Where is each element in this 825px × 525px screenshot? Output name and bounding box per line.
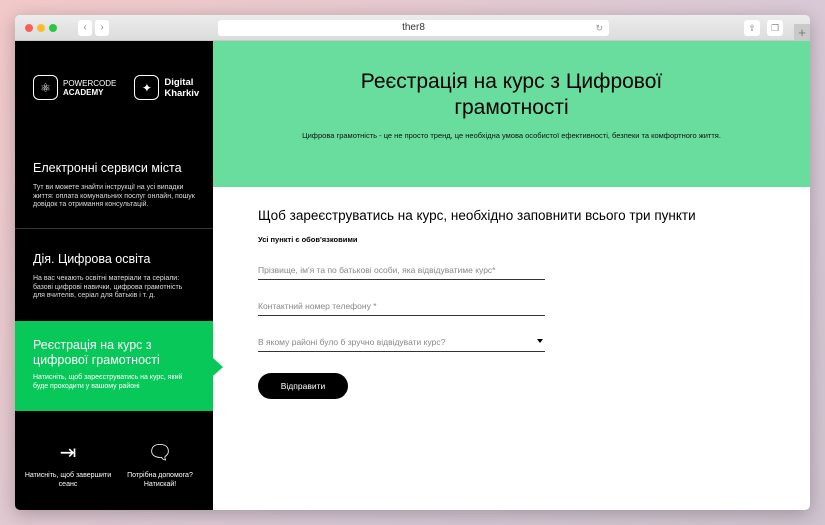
- phone-input[interactable]: Контактний номер телефону *: [258, 301, 545, 316]
- sidebar-item-title: Електронні сервиси міста: [33, 161, 182, 175]
- address-bar[interactable]: ther8 ↻: [218, 20, 609, 36]
- sidebar: ⚛ POWERCODE ACADEMY ✦ Digital Kharkiv Електр…: [15, 41, 223, 510]
- district-select[interactable]: В якому районі було б зручно відвідувати…: [258, 337, 545, 352]
- back-button[interactable]: ‹: [78, 20, 92, 36]
- close-window-button[interactable]: [25, 24, 33, 32]
- reload-icon[interactable]: ↻: [595, 20, 603, 36]
- logout-icon: ⇥: [59, 442, 77, 464]
- url-text: ther8: [402, 22, 425, 33]
- help-label: Потрібна допомога? Натискай!: [127, 472, 193, 488]
- sidebar-item-registration[interactable]: Реєстрація на курс з цифрової грамотност…: [15, 321, 223, 411]
- active-indicator: [213, 358, 223, 376]
- help-button[interactable]: 🗨 Потрібна допомога? Натискай!: [115, 441, 205, 489]
- tabs-icon[interactable]: ❐: [767, 20, 783, 36]
- divider: [15, 228, 213, 229]
- sidebar-item-diia[interactable]: Дія. Цифрова освіта На вас чекають освіт…: [15, 252, 213, 301]
- form-heading: Щоб зареєструватись на курс, необхідно з…: [258, 208, 696, 223]
- page-title: Реєстрація на курс з Цифрової грамотност…: [360, 70, 663, 119]
- name-placeholder: Прізвище, ім'я та по батькові особи, яка…: [258, 265, 496, 275]
- sidebar-item-desc: Тут ви можете знайти інструкції на усі в…: [33, 184, 195, 208]
- forward-button[interactable]: ›: [95, 20, 109, 36]
- district-placeholder: В якому районі було б зручно відвідувати…: [258, 337, 446, 347]
- digital-kharkiv-logo: ✦ Digital Kharkiv: [134, 75, 199, 100]
- sidebar-item-desc: Натисніть, щоб зареєструватись на курс, …: [33, 374, 183, 390]
- name-input[interactable]: Прізвище, ім'я та по батькові особи, яка…: [258, 265, 545, 280]
- astronaut-icon: ✦: [134, 75, 160, 100]
- share-icon[interactable]: ⇧: [744, 20, 760, 36]
- phone-placeholder: Контактний номер телефону *: [258, 301, 377, 311]
- caret-down-icon: [537, 339, 543, 343]
- atom-icon: ⚛: [33, 75, 58, 100]
- sidebar-item-title: Реєстрація на курс з цифрової грамотност…: [33, 338, 160, 367]
- digital-kharkiv-logo-text: Digital Kharkiv: [164, 76, 200, 99]
- page-subtitle: Цифрова грамотність - це не просто тренд…: [302, 131, 721, 140]
- logout-button[interactable]: ⇥ Натисніть, щоб завершити сеанс: [23, 441, 113, 489]
- sidebar-item-city-services[interactable]: Електронні сервиси міста Тут ви можете з…: [15, 161, 213, 210]
- hero-banner: Реєстрація на курс з Цифрової грамотност…: [213, 41, 810, 187]
- minimize-window-button[interactable]: [37, 24, 45, 32]
- new-tab-button[interactable]: +: [794, 24, 810, 41]
- registration-form: Щоб зареєструватись на курс, необхідно з…: [258, 208, 728, 399]
- maximize-window-button[interactable]: [49, 24, 57, 32]
- powercode-logo: ⚛ POWERCODE ACADEMY: [33, 75, 116, 100]
- powercode-logo-text: POWERCODE ACADEMY: [63, 78, 117, 97]
- sidebar-item-desc: На вас чекають освітні матеріали та сері…: [33, 275, 183, 299]
- sidebar-item-title: Дія. Цифрова освіта: [33, 252, 151, 266]
- help-chat-icon: 🗨: [147, 442, 173, 464]
- browser-toolbar: ‹ › ther8 ↻ ⇧ ❐ +: [15, 15, 810, 41]
- required-note: Усі пункті є обов'язковими: [258, 235, 358, 244]
- submit-button[interactable]: Відправити: [258, 373, 348, 399]
- browser-window: ‹ › ther8 ↻ ⇧ ❐ + ⚛ POWERCODE ACADEMY ✦ Digi…: [15, 15, 810, 510]
- logout-label: Натисніть, щоб завершити сеанс: [24, 472, 112, 488]
